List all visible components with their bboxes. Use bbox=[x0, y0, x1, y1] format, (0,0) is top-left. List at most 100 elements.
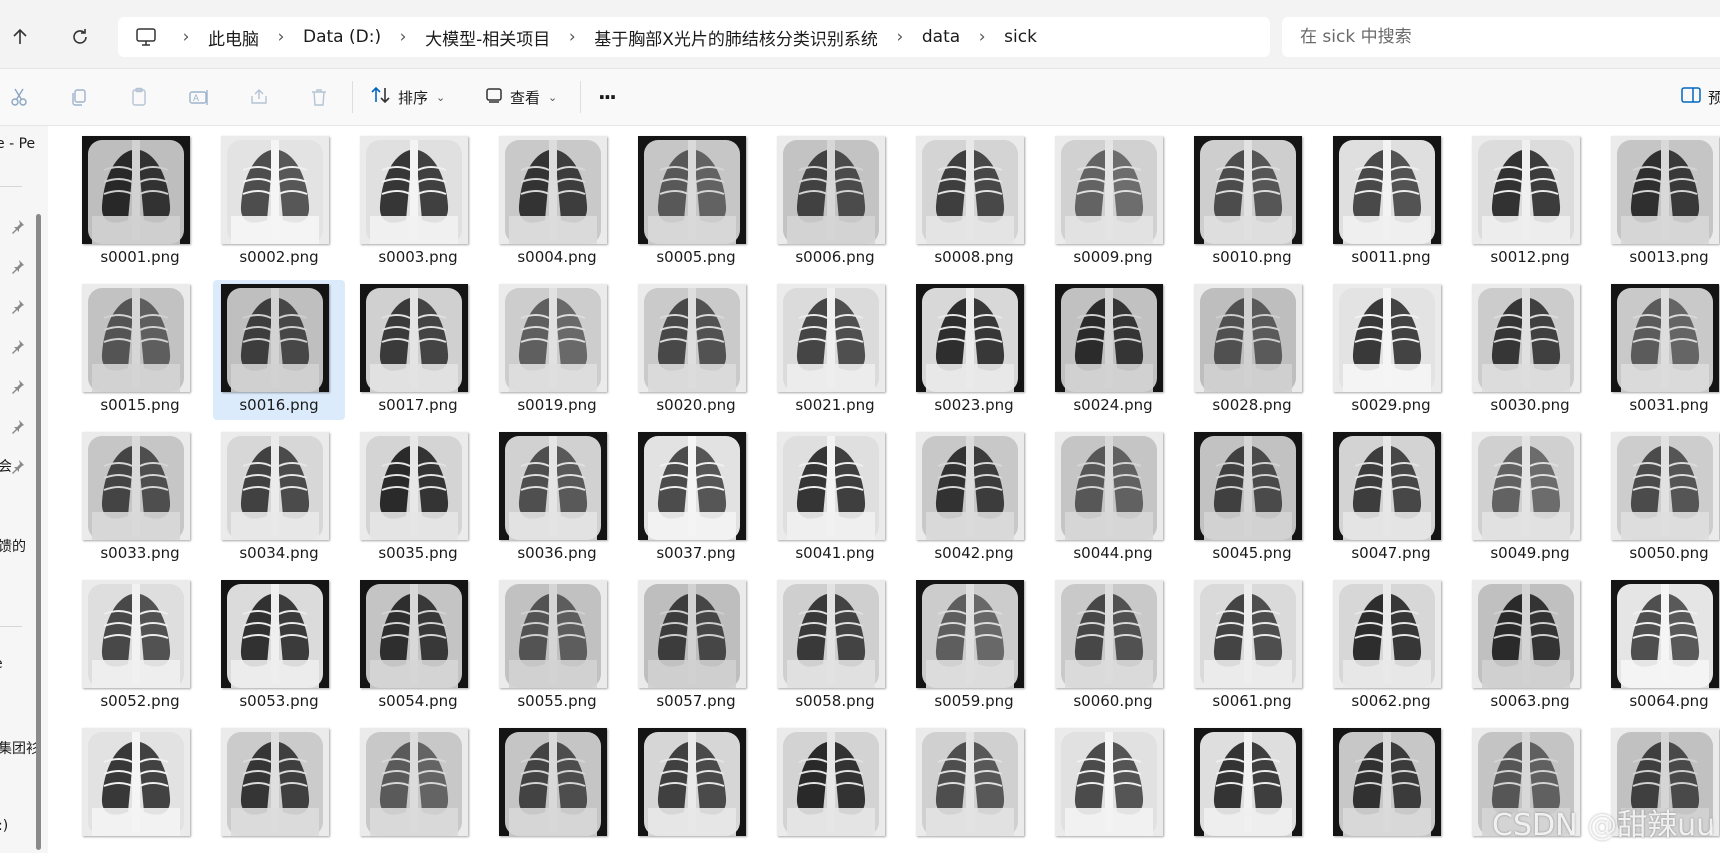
breadcrumb-item-drive[interactable]: Data (D:) bbox=[297, 27, 387, 47]
cut-icon[interactable] bbox=[2, 81, 36, 113]
file-item[interactable] bbox=[1186, 724, 1318, 853]
file-item[interactable]: s0063.png bbox=[1464, 576, 1596, 716]
file-item[interactable]: s0021.png bbox=[769, 280, 901, 420]
file-item[interactable]: s0015.png bbox=[74, 280, 206, 420]
file-item[interactable]: s0008.png bbox=[908, 132, 1040, 272]
file-item[interactable] bbox=[1047, 724, 1179, 853]
delete-icon[interactable] bbox=[302, 81, 336, 113]
paste-icon[interactable] bbox=[122, 81, 156, 113]
file-item[interactable]: s0004.png bbox=[491, 132, 623, 272]
breadcrumb-item-project-folder[interactable]: 大模型-相关项目 bbox=[419, 25, 556, 50]
file-item[interactable] bbox=[769, 724, 901, 853]
file-name: s0023.png bbox=[934, 396, 1014, 414]
copy-icon[interactable] bbox=[62, 81, 96, 113]
sidebar-item-label[interactable]: e - Pe bbox=[0, 136, 35, 152]
file-item[interactable]: s0058.png bbox=[769, 576, 901, 716]
breadcrumb-item-sick[interactable]: sick bbox=[998, 27, 1043, 47]
breadcrumb[interactable]: › 此电脑 › Data (D:) › 大模型-相关项目 › 基于胸部X光片的肺… bbox=[118, 17, 1270, 57]
breadcrumb-item-data[interactable]: data bbox=[916, 27, 966, 47]
search-input[interactable] bbox=[1298, 26, 1682, 48]
file-item[interactable]: s0012.png bbox=[1464, 132, 1596, 272]
file-item[interactable]: s0047.png bbox=[1325, 428, 1457, 568]
file-item[interactable]: s0036.png bbox=[491, 428, 623, 568]
file-item[interactable]: s0059.png bbox=[908, 576, 1040, 716]
file-item[interactable] bbox=[352, 724, 484, 853]
file-name: s0052.png bbox=[100, 692, 180, 710]
search-box[interactable] bbox=[1282, 17, 1720, 57]
sidebar-scrollbar[interactable] bbox=[36, 214, 41, 850]
file-item[interactable]: s0005.png bbox=[630, 132, 762, 272]
breadcrumb-item-system-folder[interactable]: 基于胸部X光片的肺结核分类识别系统 bbox=[588, 25, 884, 50]
file-item[interactable] bbox=[1325, 724, 1457, 853]
file-item[interactable]: s0045.png bbox=[1186, 428, 1318, 568]
preview-pane-button[interactable]: 预 bbox=[1680, 79, 1720, 115]
view-label: 查看 bbox=[510, 88, 541, 107]
file-item[interactable]: s0013.png bbox=[1603, 132, 1720, 272]
file-item[interactable]: s0011.png bbox=[1325, 132, 1457, 272]
file-item[interactable]: s0024.png bbox=[1047, 280, 1179, 420]
chevron-right-icon[interactable]: › bbox=[170, 27, 202, 47]
file-item[interactable] bbox=[908, 724, 1040, 853]
file-item[interactable]: s0023.png bbox=[908, 280, 1040, 420]
pin-icon bbox=[12, 460, 24, 474]
file-item[interactable]: s0034.png bbox=[213, 428, 345, 568]
file-item[interactable]: s0054.png bbox=[352, 576, 484, 716]
file-item[interactable]: s0031.png bbox=[1603, 280, 1720, 420]
file-name: s0031.png bbox=[1629, 396, 1709, 414]
file-item[interactable]: s0041.png bbox=[769, 428, 901, 568]
file-item[interactable] bbox=[630, 724, 762, 853]
sidebar-item-label[interactable]: 集团衫 bbox=[0, 738, 40, 758]
file-item[interactable]: s0062.png bbox=[1325, 576, 1457, 716]
file-item[interactable]: s0061.png bbox=[1186, 576, 1318, 716]
sidebar-item-label[interactable]: 馈的 bbox=[0, 536, 26, 556]
file-item[interactable]: s0060.png bbox=[1047, 576, 1179, 716]
sort-button[interactable]: 排序 ⌄ bbox=[370, 79, 445, 115]
file-item[interactable]: s0053.png bbox=[213, 576, 345, 716]
more-options-button[interactable]: ··· bbox=[598, 79, 617, 115]
file-item[interactable]: s0030.png bbox=[1464, 280, 1596, 420]
file-item[interactable]: s0064.png bbox=[1603, 576, 1720, 716]
file-item[interactable]: s0049.png bbox=[1464, 428, 1596, 568]
rename-icon[interactable]: A bbox=[182, 81, 216, 113]
file-item[interactable]: s0002.png bbox=[213, 132, 345, 272]
file-item[interactable]: s0037.png bbox=[630, 428, 762, 568]
file-item[interactable]: s0055.png bbox=[491, 576, 623, 716]
file-item[interactable] bbox=[74, 724, 206, 853]
chevron-right-icon[interactable]: › bbox=[884, 27, 916, 47]
file-item[interactable]: s0010.png bbox=[1186, 132, 1318, 272]
file-item[interactable]: s0001.png bbox=[74, 132, 206, 272]
file-item[interactable]: s0035.png bbox=[352, 428, 484, 568]
chevron-right-icon[interactable]: › bbox=[265, 27, 297, 47]
file-item[interactable]: s0042.png bbox=[908, 428, 1040, 568]
breadcrumb-item-this-pc[interactable]: 此电脑 bbox=[202, 25, 265, 50]
file-item[interactable]: s0028.png bbox=[1186, 280, 1318, 420]
toolbar-divider bbox=[580, 81, 581, 113]
file-item[interactable]: s0016.png bbox=[213, 280, 345, 420]
chevron-right-icon[interactable]: › bbox=[387, 27, 419, 47]
file-item[interactable]: s0029.png bbox=[1325, 280, 1457, 420]
file-item[interactable]: s0017.png bbox=[352, 280, 484, 420]
file-item[interactable]: s0052.png bbox=[74, 576, 206, 716]
share-icon[interactable] bbox=[242, 81, 276, 113]
chevron-right-icon[interactable]: › bbox=[556, 27, 588, 47]
pin-icon bbox=[12, 420, 24, 434]
this-pc-icon[interactable] bbox=[122, 17, 170, 57]
file-name: s0005.png bbox=[656, 248, 736, 266]
file-item[interactable]: s0044.png bbox=[1047, 428, 1179, 568]
file-item[interactable]: s0009.png bbox=[1047, 132, 1179, 272]
file-item[interactable]: s0020.png bbox=[630, 280, 762, 420]
file-item[interactable]: s0006.png bbox=[769, 132, 901, 272]
file-item[interactable]: s0033.png bbox=[74, 428, 206, 568]
sidebar-item-label[interactable]: :) bbox=[0, 818, 8, 834]
up-arrow-icon[interactable] bbox=[0, 18, 40, 56]
chevron-right-icon[interactable]: › bbox=[966, 27, 998, 47]
file-item[interactable]: s0050.png bbox=[1603, 428, 1720, 568]
file-item[interactable]: s0003.png bbox=[352, 132, 484, 272]
file-item[interactable] bbox=[213, 724, 345, 853]
sidebar-item-label[interactable]: e bbox=[0, 656, 3, 672]
file-item[interactable]: s0019.png bbox=[491, 280, 623, 420]
file-item[interactable]: s0057.png bbox=[630, 576, 762, 716]
refresh-icon[interactable] bbox=[60, 18, 100, 56]
file-item[interactable] bbox=[491, 724, 623, 853]
view-button[interactable]: 查看 ⌄ bbox=[484, 79, 557, 115]
